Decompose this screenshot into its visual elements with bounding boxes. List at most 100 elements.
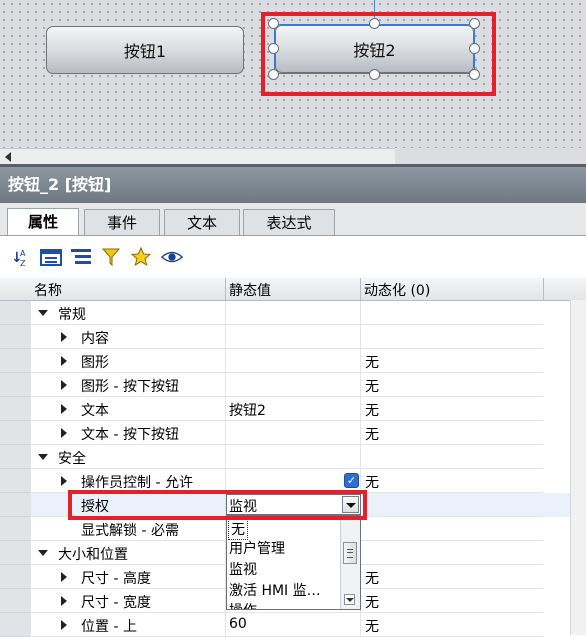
property-row[interactable]: 安全 [0, 445, 586, 469]
property-name: 大小和位置 [58, 547, 128, 563]
property-name: 图形 - 按下按钮 [81, 379, 179, 395]
canvas-scroll-filler [395, 148, 586, 164]
grid-cell [225, 445, 360, 469]
property-row[interactable]: 常规 [0, 301, 586, 325]
grid-cell [360, 541, 543, 565]
favorites-star-icon[interactable] [130, 246, 152, 268]
property-static-value[interactable]: 60 [229, 616, 247, 632]
scroll-down-arrow-icon[interactable] [344, 594, 355, 605]
row-gutter [0, 613, 30, 637]
dropdown-option[interactable]: 激活 HMI 监… [229, 580, 321, 600]
property-name: 内容 [81, 331, 109, 347]
row-gutter [0, 397, 30, 421]
col-divider[interactable] [225, 278, 226, 300]
dropdown-option[interactable]: 用户管理 [229, 538, 285, 558]
dropdown-scrollbar[interactable] [340, 516, 360, 609]
property-dynamization[interactable]: 无 [365, 424, 379, 444]
collapse-triangle-icon[interactable] [38, 454, 48, 460]
col-header-dynamic[interactable]: 动态化 (0) [364, 280, 430, 300]
tab-texts[interactable]: 文本 [164, 209, 240, 236]
property-row[interactable]: 图形 - 按下按钮 无 [0, 373, 586, 397]
expand-triangle-icon[interactable] [61, 476, 67, 486]
dropdown-scroll-thumb[interactable] [343, 542, 357, 564]
row-gutter [0, 325, 30, 349]
expand-triangle-icon[interactable] [61, 428, 67, 438]
tab-properties[interactable]: 属性 [7, 208, 79, 237]
row-gutter [0, 445, 30, 469]
grid-cell [360, 349, 543, 373]
grid-cell [225, 325, 360, 349]
grid-cell [30, 349, 225, 373]
grid-cell [360, 589, 543, 613]
row-gutter [0, 565, 30, 589]
expand-triangle-icon[interactable] [61, 404, 67, 414]
col-header-static[interactable]: 静态值 [229, 280, 271, 300]
hmi-button-1[interactable]: 按钮1 [46, 26, 244, 74]
grid-cell [225, 421, 360, 445]
expand-triangle-icon[interactable] [61, 596, 67, 606]
grid-cell [30, 325, 225, 349]
row-gutter [0, 541, 30, 565]
inspector-title: 按钮_2 [按钮] [0, 167, 586, 203]
dropdown-option[interactable]: 无 [228, 518, 248, 540]
inspector-tabs: 属性 事件 文本 表达式 [0, 203, 586, 237]
list-view-icon[interactable] [70, 246, 92, 268]
grid-cell [360, 517, 543, 541]
property-name: 图形 [81, 355, 109, 371]
row-gutter [0, 301, 30, 325]
filter-icon[interactable] [100, 246, 122, 268]
col-divider[interactable] [360, 278, 361, 300]
grid-cell [360, 301, 543, 325]
visibility-eye-icon[interactable] [161, 246, 183, 268]
property-row[interactable]: 内容 [0, 325, 586, 349]
col-header-name[interactable]: 名称 [34, 280, 62, 300]
property-row[interactable]: 图形 无 [0, 349, 586, 373]
canvas-horizontal-scrollbar[interactable] [0, 148, 395, 165]
col-divider[interactable] [543, 278, 544, 300]
grid-vertical-scrollbar[interactable] [570, 300, 586, 635]
property-dynamization[interactable]: 无 [365, 472, 379, 492]
tab-events[interactable]: 事件 [84, 209, 160, 236]
sort-az-icon[interactable]: ↓ A Z [10, 246, 32, 268]
property-dynamization[interactable]: 无 [365, 568, 379, 588]
tab-expressions[interactable]: 表达式 [243, 209, 335, 236]
row-gutter [0, 493, 30, 517]
property-dynamization[interactable]: 无 [365, 352, 379, 372]
property-name: 操作员控制 - 允许 [81, 475, 193, 491]
expand-triangle-icon[interactable] [61, 572, 67, 582]
expand-triangle-icon[interactable] [61, 380, 67, 390]
property-row[interactable]: 文本 - 按下按钮 无 [0, 421, 586, 445]
expand-triangle-icon[interactable] [61, 620, 67, 630]
row-gutter [0, 469, 30, 493]
scroll-left-arrow-icon[interactable] [5, 152, 11, 162]
authorization-dropdown-list[interactable]: 无 用户管理 监视 激活 HMI 监… 操作 [226, 515, 361, 610]
row-gutter [0, 589, 30, 613]
grid-cell [30, 397, 225, 421]
expand-triangle-icon[interactable] [61, 332, 67, 342]
grid-cell [360, 565, 543, 589]
grid-cell [360, 469, 543, 493]
property-dynamization[interactable]: 无 [365, 400, 379, 420]
dropdown-option[interactable]: 监视 [229, 559, 257, 579]
grid-cell [360, 421, 543, 445]
operator-control-checkbox[interactable]: ✓ [344, 473, 359, 488]
property-name: 显式解锁 - 必需 [81, 523, 179, 539]
property-dynamization[interactable]: 无 [365, 376, 379, 396]
property-dynamization[interactable]: 无 [365, 616, 379, 636]
property-row[interactable]: 文本 按钮2 无 [0, 397, 586, 421]
property-name: 尺寸 - 高度 [81, 571, 151, 587]
property-row[interactable]: 位置 - 上 60 无 [0, 613, 586, 637]
dropdown-option[interactable]: 操作 [229, 600, 257, 609]
property-name: 文本 [81, 403, 109, 419]
expand-triangle-icon[interactable] [61, 356, 67, 366]
grid-cell [225, 301, 360, 325]
property-static-value[interactable]: 按钮2 [229, 400, 266, 420]
show-categories-icon[interactable] [40, 246, 62, 268]
property-name: 尺寸 - 宽度 [81, 595, 151, 611]
row-gutter [0, 421, 30, 445]
collapse-triangle-icon[interactable] [38, 310, 48, 316]
highlight-box-authorization [68, 490, 367, 520]
collapse-triangle-icon[interactable] [38, 550, 48, 556]
property-dynamization[interactable]: 无 [365, 592, 379, 612]
grid-cell [360, 397, 543, 421]
